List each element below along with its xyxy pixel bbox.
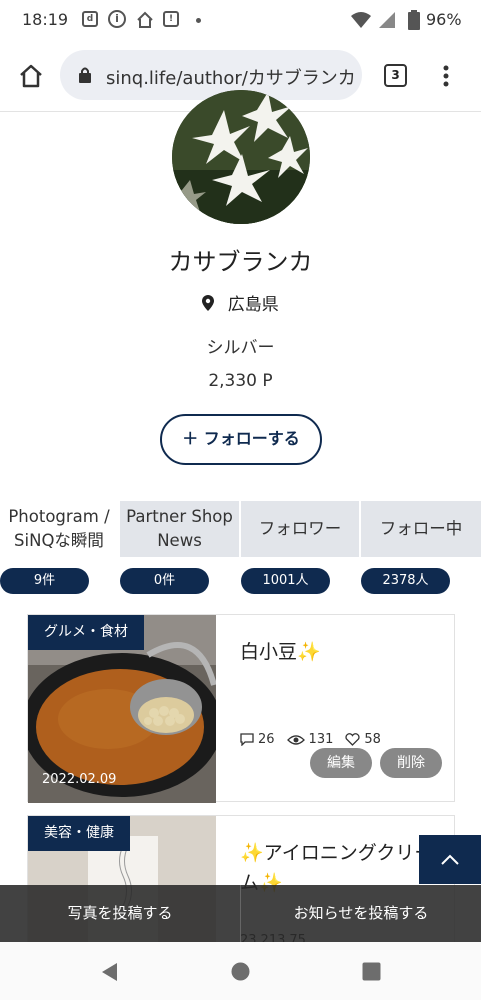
photogram-count-badge: 9件 [0, 568, 89, 594]
post-stats: 26 131 58 [240, 732, 381, 747]
eye-icon [286, 734, 305, 745]
heart-icon[interactable] [345, 733, 360, 746]
following-count-badge: 2378人 [361, 568, 450, 594]
url-text: sinq.life/author/カサブランカ [106, 68, 356, 89]
status-bar: 18:19 d i ! 96% [0, 0, 481, 40]
tab-label: フォロワー [258, 519, 342, 538]
more-menu-icon[interactable] [440, 64, 452, 88]
chevron-up-icon [441, 854, 459, 865]
status-time: 18:19 [22, 10, 69, 29]
partner-news-count-badge: 0件 [120, 568, 209, 594]
post-photo-button[interactable]: 写真を投稿する [0, 885, 240, 942]
category-badge: グルメ・食材 [28, 615, 144, 650]
post-action-bar: 写真を投稿する お知らせを投稿する [0, 885, 481, 942]
comment-icon [240, 733, 254, 746]
recents-icon[interactable] [362, 962, 381, 981]
post-news-button[interactable]: お知らせを投稿する [241, 885, 481, 942]
follow-button[interactable]: ＋ フォローする [160, 414, 322, 465]
edit-button[interactable]: 編集 [310, 748, 372, 778]
system-nav-bar [0, 942, 481, 1000]
docomo-d-icon: d [82, 11, 98, 27]
post-date: 2022.02.09 [42, 772, 117, 787]
lock-icon [79, 67, 91, 83]
profile-name: カサブランカ [168, 248, 313, 276]
comment-count: 26 [258, 732, 275, 747]
tab-switcher-button[interactable]: 3 [384, 64, 407, 87]
home-nav-icon[interactable] [231, 962, 250, 981]
like-count: 58 [364, 732, 381, 747]
location-text: 広島県 [227, 295, 279, 315]
notification-icon: ! [163, 11, 179, 27]
wifi-icon [351, 12, 371, 28]
info-icon: i [108, 10, 126, 28]
location-pin-icon [202, 295, 215, 311]
delete-button[interactable]: 削除 [380, 748, 442, 778]
scroll-to-top-button[interactable] [419, 835, 481, 884]
battery-percent: 96% [426, 10, 462, 29]
tab-followers[interactable]: フォロワー [241, 501, 361, 557]
view-count: 131 [308, 732, 334, 747]
back-icon[interactable] [100, 962, 118, 982]
home-upload-icon [137, 11, 153, 28]
post-title[interactable]: 白小豆✨ [240, 637, 450, 667]
dot-icon [196, 18, 201, 23]
tab-label: Partner Shop News [126, 507, 233, 550]
tab-label: Photogram / SiNQな瞬間 [8, 507, 110, 550]
tab-label: フォロー中 [379, 519, 463, 538]
tab-partner-shop-news[interactable]: Partner Shop News [120, 501, 241, 557]
points-balance: 2,330 P [208, 371, 273, 391]
tab-photogram[interactable]: Photogram / SiNQな瞬間 [0, 501, 120, 557]
post-card[interactable]: グルメ・食材 2022.02.09 白小豆✨ 26 131 58 編集 削除 [27, 614, 455, 803]
followers-count-badge: 1001人 [241, 568, 330, 594]
avatar [172, 90, 310, 224]
category-badge: 美容・健康 [28, 816, 130, 851]
url-bar[interactable]: sinq.life/author/カサブランカ [60, 50, 362, 100]
home-icon[interactable] [18, 63, 44, 89]
member-rank: シルバー [206, 338, 275, 358]
post-thumbnail[interactable]: グルメ・食材 2022.02.09 [28, 615, 216, 803]
profile-location: 広島県 [0, 290, 481, 315]
tab-following[interactable]: フォロー中 [361, 501, 481, 557]
battery-icon [408, 10, 420, 30]
signal-icon [379, 12, 395, 28]
